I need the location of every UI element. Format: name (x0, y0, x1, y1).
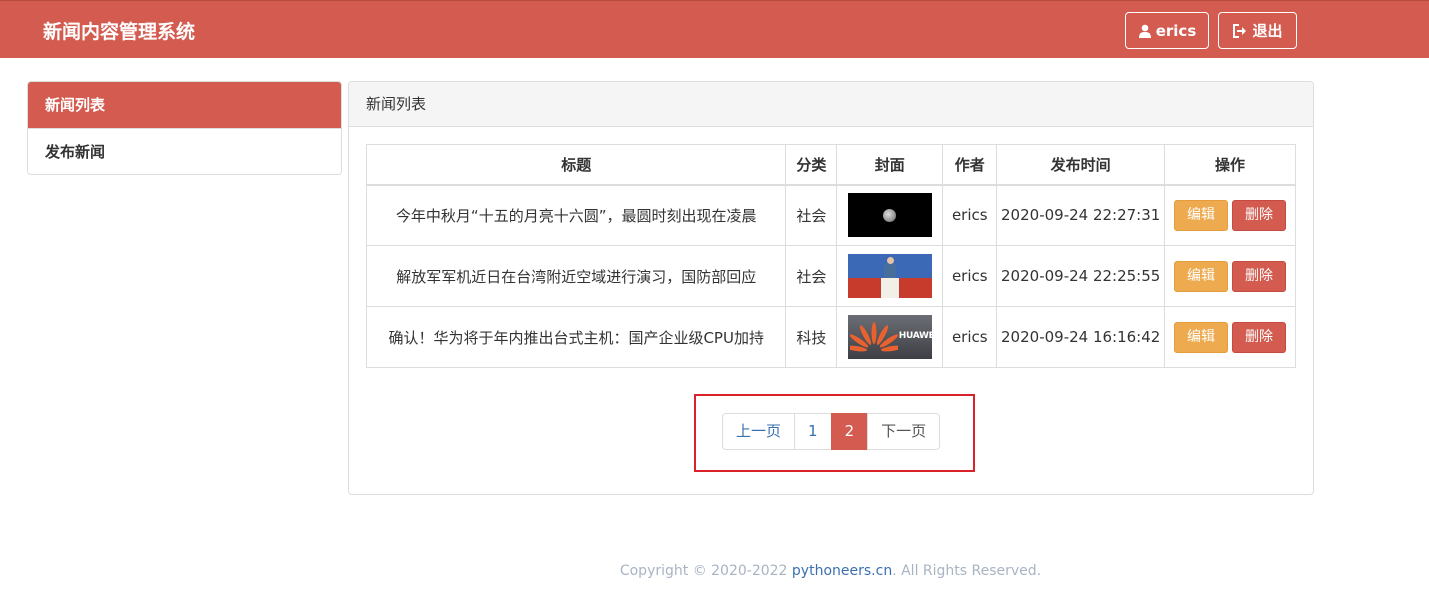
delete-button[interactable]: 删除 (1232, 321, 1287, 353)
news-table: 标题 分类 封面 作者 发布时间 操作 今年中秋月“十五的月亮十六圆”，最圆时刻… (365, 144, 1296, 368)
user-name: erics (1155, 21, 1197, 40)
sidebar-item-news-list[interactable]: 新闻列表 (28, 82, 341, 128)
logout-icon (1233, 23, 1247, 38)
header-publish-time: 发布时间 (996, 144, 1166, 186)
news-title: 解放军军机近日在台湾附近空域进行演习，国防部回应 (365, 245, 787, 307)
table-row: 确认！华为将于年内推出台式主机：国产企业级CPU加持 科技 HUAWE eric… (365, 306, 1296, 368)
header-title: 标题 (365, 144, 787, 186)
news-title: 今年中秋月“十五的月亮十六圆”，最圆时刻出现在凌晨 (365, 184, 787, 246)
panel-title: 新闻列表 (349, 82, 1313, 127)
news-category: 社会 (785, 245, 838, 307)
news-category: 社会 (785, 184, 838, 246)
sidebar-item-publish-news[interactable]: 发布新闻 (28, 128, 341, 174)
footer-copyright: Copyright © 2020-2022 (619, 563, 792, 579)
header-author: 作者 (942, 144, 998, 186)
news-time: 2020-09-24 16:16:42 (996, 306, 1166, 368)
table-row: 解放军军机近日在台湾附近空域进行演习，国防部回应 社会 erics 2020-0… (365, 245, 1296, 307)
news-category: 科技 (785, 306, 838, 368)
huawei-cover-image: HUAWEI (847, 315, 932, 359)
header-actions: 操作 (1164, 144, 1296, 186)
header-cover: 封面 (836, 144, 944, 186)
news-time: 2020-09-24 22:25:55 (996, 245, 1166, 307)
news-time: 2020-09-24 22:27:31 (996, 184, 1166, 246)
delete-button[interactable]: 删除 (1232, 260, 1287, 292)
app-title[interactable]: 新闻内容管理系统 (43, 17, 195, 44)
pagination-highlight-box (694, 394, 975, 472)
news-title: 确认！华为将于年内推出台式主机：国产企业级CPU加持 (365, 306, 787, 368)
footer-link[interactable]: pythoneers.cn (792, 563, 892, 579)
news-author: erics (942, 184, 998, 246)
delete-button[interactable]: 删除 (1232, 199, 1287, 231)
news-author: erics (942, 306, 998, 368)
edit-button[interactable]: 编辑 (1174, 260, 1229, 292)
table-header-row: 标题 分类 封面 作者 发布时间 操作 (365, 144, 1296, 186)
user-button[interactable]: erics (1125, 12, 1209, 49)
table-row: 今年中秋月“十五的月亮十六圆”，最圆时刻出现在凌晨 社会 erics 2020-… (365, 184, 1296, 246)
user-icon (1138, 24, 1151, 38)
moon-cover-image (847, 193, 932, 238)
press-conference-cover-image (847, 254, 932, 298)
edit-button[interactable]: 编辑 (1174, 321, 1229, 353)
footer-rights: . All Rights Reserved. (892, 563, 1042, 579)
logout-label: 退出 (1252, 22, 1283, 40)
news-author: erics (942, 245, 998, 307)
header-category: 分类 (785, 144, 838, 186)
sidebar-nav: 新闻列表 发布新闻 (27, 81, 342, 175)
edit-button[interactable]: 编辑 (1174, 199, 1229, 231)
top-navbar: 新闻内容管理系统 erics 退出 (0, 0, 1429, 58)
footer: Copyright © 2020-2022 pythoneers.cn. All… (0, 563, 1429, 579)
logout-button[interactable]: 退出 (1218, 12, 1297, 49)
